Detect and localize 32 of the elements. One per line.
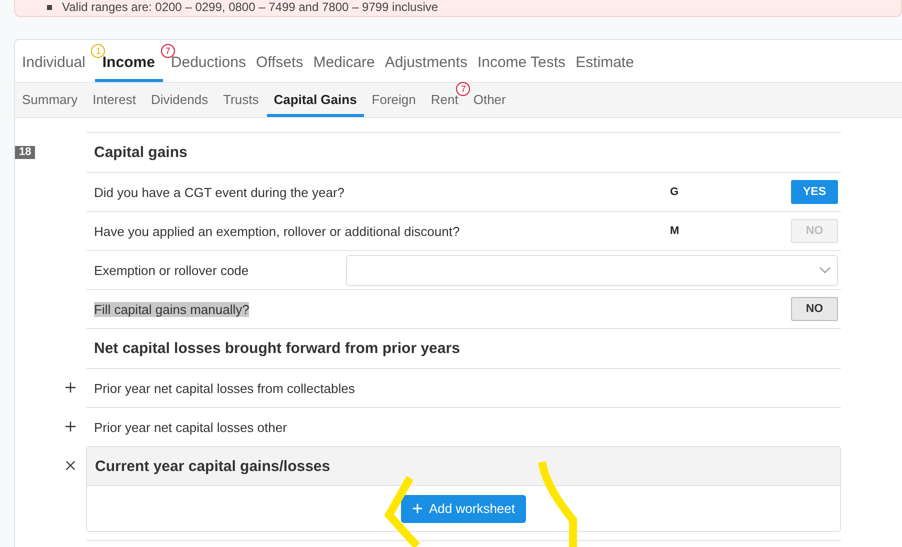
subtab[interactable]: Summary xyxy=(22,92,85,117)
subtab[interactable]: Trusts xyxy=(223,92,266,117)
panel-title: Current year capital gains/losses xyxy=(95,458,330,474)
subtab[interactable]: Dividends xyxy=(150,92,216,117)
tab[interactable]: Medicare xyxy=(313,54,383,82)
question-label: Did you have a CGT event during the year? xyxy=(94,184,346,200)
alert-text: Valid ranges are: 0200 – 0299, 0800 – 7499 and 7800 – 9799 inclusive xyxy=(62,0,438,14)
field-code: G xyxy=(670,186,679,198)
tab[interactable]: Estimate xyxy=(576,54,642,82)
yes-no-toggle[interactable]: YES xyxy=(791,180,838,204)
question-label: Fill capital gains manually? xyxy=(94,302,250,316)
count-badge: 1 xyxy=(91,44,106,58)
count-badge: 7 xyxy=(160,44,175,58)
subtab[interactable]: Interest xyxy=(92,92,143,117)
subtab[interactable]: Capital Gains xyxy=(266,92,364,117)
tab[interactable]: Adjustments xyxy=(384,54,476,82)
field-code: M xyxy=(670,225,680,237)
tab[interactable]: Individual xyxy=(22,54,94,82)
section-heading: Capital gains xyxy=(94,144,188,161)
yes-no-toggle[interactable]: NO xyxy=(791,297,838,321)
section-number: 18 xyxy=(15,146,36,158)
question-label: Have you applied an exemption, rollover or additional discount? xyxy=(94,224,461,238)
count-badge: 7 xyxy=(456,82,470,96)
expandable-item[interactable]: Prior year net capital losses from collectables xyxy=(94,380,838,396)
field-label: Exemption or rollover code xyxy=(94,262,250,278)
tab[interactable]: Offsets xyxy=(256,54,312,82)
expandable-item[interactable]: Prior year net capital losses other xyxy=(94,420,838,434)
subtab[interactable]: Other xyxy=(473,92,513,117)
subtab[interactable]: Foreign xyxy=(372,92,423,117)
add-worksheet-button[interactable]: Add worksheet xyxy=(401,494,526,522)
section-heading: Net capital losses brought forward from prior years xyxy=(94,340,460,357)
tab[interactable]: Income Tests xyxy=(477,54,574,82)
